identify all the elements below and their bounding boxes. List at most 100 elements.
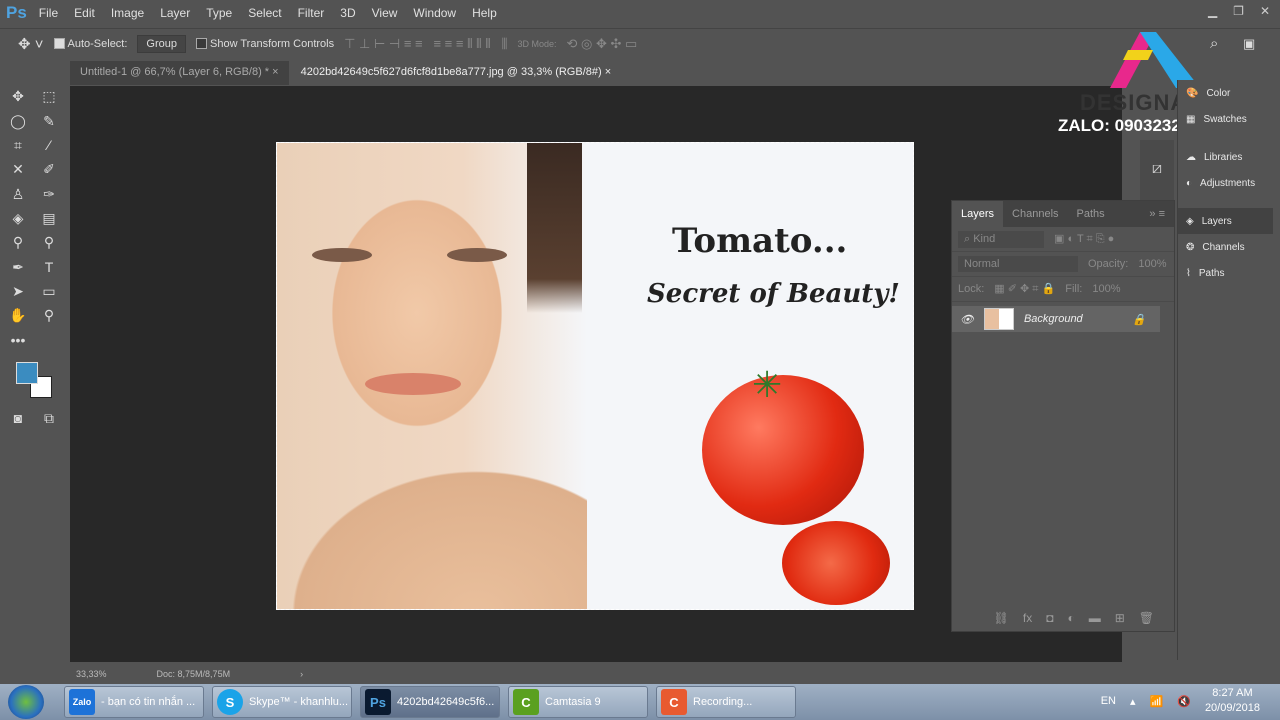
menu-view[interactable]: View: [372, 6, 398, 20]
trash-icon[interactable]: 🗑: [1139, 611, 1154, 625]
kind-filter[interactable]: ⌕ Kind: [958, 230, 1044, 248]
hand-tool-icon[interactable]: ✋: [7, 305, 29, 325]
status-bar: 33,33% Doc: 8,75M/8,75M ›: [70, 664, 1130, 684]
path-select-icon[interactable]: ➤: [7, 281, 29, 301]
adjustments-icon: ◐: [1186, 177, 1193, 189]
foreground-color-swatch[interactable]: [16, 362, 38, 384]
start-button[interactable]: [8, 685, 44, 719]
zoom-tool-icon[interactable]: ⚲: [38, 305, 60, 325]
properties-icon[interactable]: ⧄: [1140, 160, 1174, 178]
align-icons[interactable]: ⊤ ⊥ ⊢ ⊣ ≡ ≡ ≡ ≡ ≡ ⫴ ⫴ ⫴ ⫼: [344, 36, 507, 52]
menu-select[interactable]: Select: [248, 6, 281, 20]
opacity-value[interactable]: 100%: [1138, 258, 1166, 270]
panel-adjustments[interactable]: ◐ Adjustments: [1178, 170, 1273, 196]
more-tools-icon[interactable]: •••: [7, 330, 29, 350]
menu-bar: Ps File Edit Image Layer Type Select Fil…: [0, 0, 1280, 26]
tab-channels[interactable]: Channels: [1003, 208, 1067, 220]
panel-layers[interactable]: ◈ Layers: [1178, 208, 1273, 234]
taskbar-camtasia[interactable]: C Camtasia 9: [508, 686, 648, 718]
taskbar-zalo[interactable]: Zalo - bạn có tin nhắn ...: [64, 686, 204, 718]
move-tool-icon[interactable]: ✥ ˅: [18, 35, 44, 53]
gradient-icon[interactable]: ▤: [38, 208, 60, 228]
tab-tomato-jpg[interactable]: 4202bd42649c5f627d6fcf8d1be8a777.jpg @ 3…: [290, 61, 622, 85]
panel-libraries[interactable]: ☁ Libraries: [1178, 144, 1273, 170]
status-arrow-icon[interactable]: ›: [300, 669, 303, 679]
menu-file[interactable]: File: [39, 6, 58, 20]
quick-mask-icon[interactable]: ◙: [7, 408, 29, 428]
tab-paths[interactable]: Paths: [1068, 208, 1114, 220]
pen-tool-icon[interactable]: ✒: [7, 257, 29, 277]
healing-brush-icon[interactable]: ✕: [7, 159, 29, 179]
menu-image[interactable]: Image: [111, 6, 144, 20]
panel-paths[interactable]: ⌇ Paths: [1178, 260, 1273, 286]
menu-3d[interactable]: 3D: [340, 6, 355, 20]
volume-icon[interactable]: 🔇: [1177, 695, 1191, 708]
workspace-icon[interactable]: ▣: [1243, 36, 1255, 52]
menu-layer[interactable]: Layer: [160, 6, 190, 20]
tray-expand-icon[interactable]: ▴: [1130, 695, 1136, 708]
language-indicator[interactable]: EN: [1101, 695, 1116, 707]
dodge-tool-icon[interactable]: ⚲: [38, 232, 60, 252]
close-icon[interactable]: ×: [605, 66, 611, 78]
3d-icons[interactable]: ⟲ ◎ ✥ ✣ ▭: [567, 36, 638, 52]
mask-icon[interactable]: ◘: [1046, 611, 1053, 625]
quick-select-icon[interactable]: ✎: [38, 111, 60, 131]
filter-icons[interactable]: ▣ ◐ T ⌗ ⎘ ●: [1054, 232, 1114, 246]
network-icon[interactable]: 📶: [1150, 695, 1164, 708]
clock[interactable]: 8:27 AM 20/09/2018: [1205, 686, 1260, 716]
screen-mode-icon[interactable]: ⧉: [38, 408, 60, 428]
zoom-level[interactable]: 33,33%: [76, 669, 107, 679]
panel-color[interactable]: 🎨 Color: [1178, 80, 1273, 106]
tab-layers[interactable]: Layers: [952, 201, 1004, 227]
taskbar-recording[interactable]: C Recording...: [656, 686, 796, 718]
crop-tool-icon[interactable]: ⌗: [7, 135, 29, 155]
lock-icons[interactable]: ▦ ✐ ✥ ⌗ 🔒: [994, 282, 1055, 296]
minimize-icon[interactable]: ▁: [1208, 4, 1217, 18]
folder-icon[interactable]: ▬: [1089, 611, 1101, 625]
link-icon[interactable]: ⛓: [994, 611, 1009, 625]
brush-tool-icon[interactable]: ✐: [38, 159, 60, 179]
clone-stamp-icon[interactable]: ♙: [7, 184, 29, 204]
rectangle-tool-icon[interactable]: ▭: [38, 281, 60, 301]
adjustment-icon[interactable]: ◐: [1067, 611, 1074, 625]
close-icon[interactable]: ✕: [1260, 4, 1270, 18]
blend-mode-select[interactable]: Normal: [958, 256, 1078, 272]
eyedropper-icon[interactable]: ⁄: [38, 135, 60, 155]
group-select[interactable]: Group: [137, 34, 186, 53]
show-transform-checkbox[interactable]: Show Transform Controls: [196, 38, 334, 50]
tomato-slice-image: [782, 521, 890, 605]
menu-help[interactable]: Help: [472, 6, 497, 20]
eraser-icon[interactable]: ◈: [7, 208, 29, 228]
type-tool-icon[interactable]: T: [38, 257, 60, 277]
restore-icon[interactable]: ❐: [1233, 4, 1244, 18]
tomato-stem: ✳: [752, 364, 783, 405]
panel-channels[interactable]: ❂ Channels: [1178, 234, 1273, 260]
tab-untitled-1[interactable]: Untitled-1 @ 66,7% (Layer 6, RGB/8) * ×: [70, 61, 289, 85]
close-icon[interactable]: ×: [272, 66, 278, 78]
fill-value[interactable]: 100%: [1092, 283, 1120, 295]
panel-label: Libraries: [1204, 151, 1243, 163]
menu-filter[interactable]: Filter: [298, 6, 325, 20]
history-brush-icon[interactable]: ✑: [38, 184, 60, 204]
fx-icon[interactable]: fx: [1023, 611, 1032, 625]
menu-edit[interactable]: Edit: [74, 6, 95, 20]
task-label: Camtasia 9: [545, 696, 601, 708]
new-layer-icon[interactable]: ⊞: [1115, 611, 1125, 625]
layer-row-background[interactable]: 👁 Background 🔒: [952, 306, 1160, 332]
auto-select-checkbox[interactable]: Auto-Select:: [53, 38, 127, 50]
lips: [365, 373, 461, 395]
blur-tool-icon[interactable]: ⚲: [7, 232, 29, 252]
lasso-tool-icon[interactable]: ◯: [7, 111, 29, 131]
taskbar-photoshop[interactable]: Ps 4202bd42649c5f6...: [360, 686, 500, 718]
doc-size: Doc: 8,75M/8,75M: [156, 669, 231, 679]
panel-swatches[interactable]: ▦ Swatches: [1178, 106, 1273, 132]
menu-window[interactable]: Window: [413, 6, 456, 20]
panel-menu-icon[interactable]: » ≡: [1140, 208, 1174, 220]
move-tool-icon[interactable]: ✥: [7, 86, 29, 106]
marquee-tool-icon[interactable]: ⬚: [38, 86, 60, 106]
tools-panel: ✥ ⬚ ◯ ✎ ⌗ ⁄ ✕ ✐ ♙ ✑ ◈ ▤ ⚲ ⚲ ✒ T ➤ ▭ ✋ ⚲ …: [0, 86, 68, 662]
image-canvas[interactable]: Tomato... Secret of Beauty! ✳: [276, 142, 914, 610]
eye-icon[interactable]: 👁: [960, 313, 974, 326]
menu-type[interactable]: Type: [206, 6, 232, 20]
taskbar-skype[interactable]: S Skype™ - khanhlu...: [212, 686, 352, 718]
